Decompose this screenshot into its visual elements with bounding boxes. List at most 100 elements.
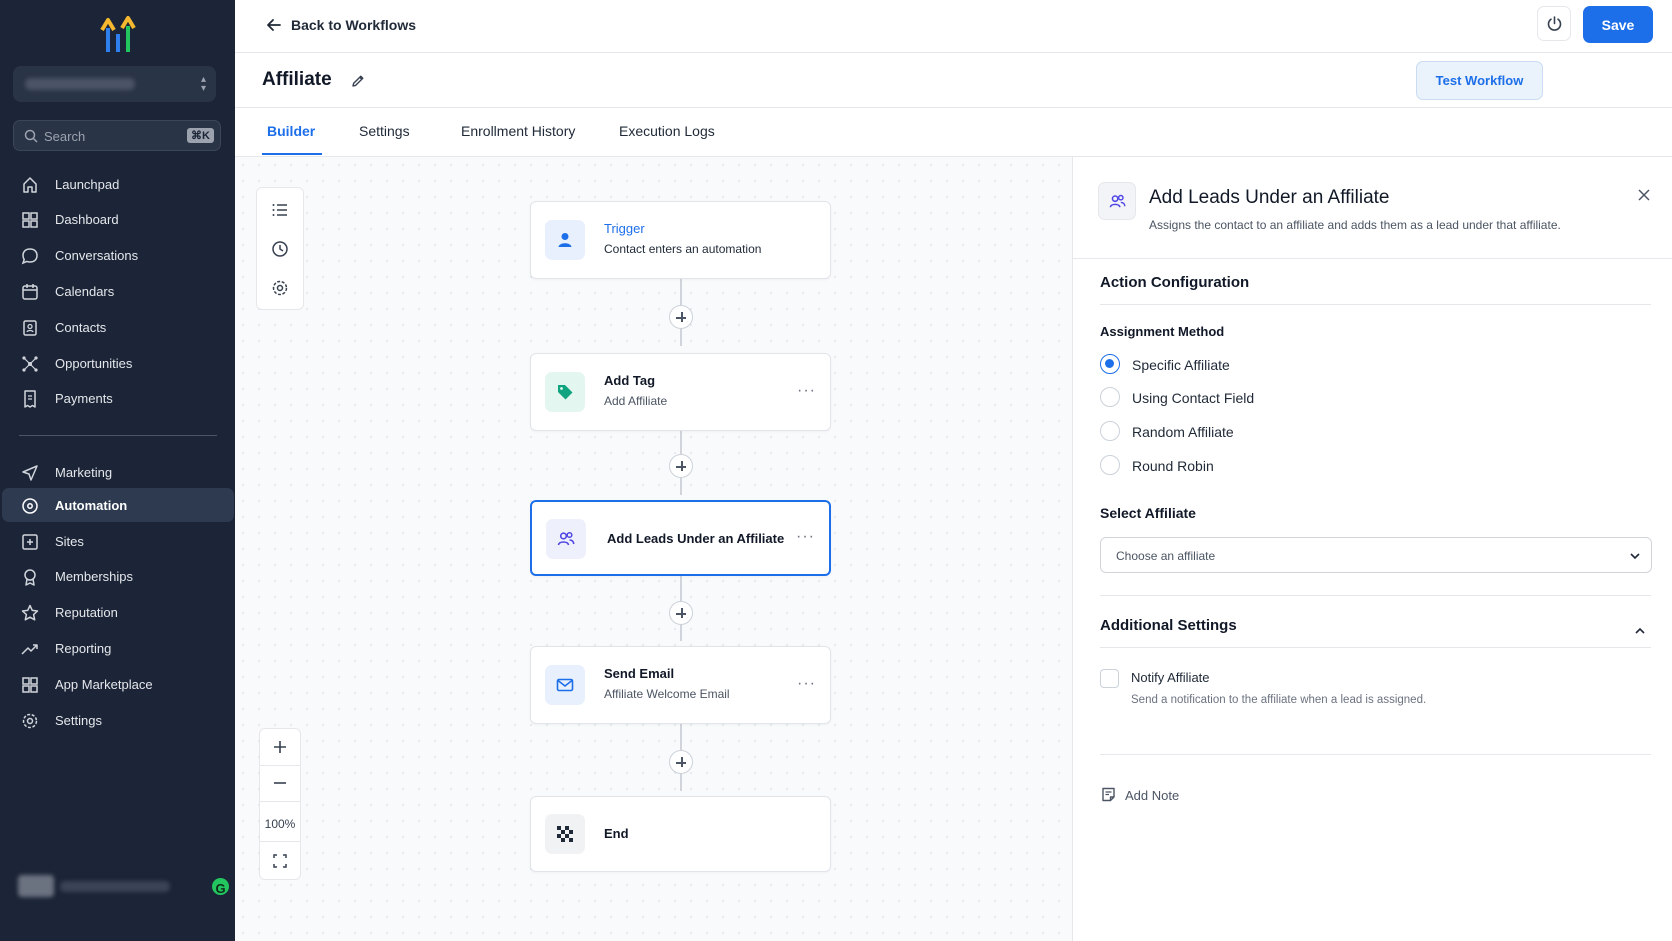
sidebar-item-contacts[interactable]: Contacts (2, 310, 234, 344)
notify-affiliate-help: Send a notification to the affiliate whe… (1131, 694, 1427, 706)
note-icon (1102, 787, 1115, 802)
end-node[interactable]: End (530, 796, 831, 872)
node-icon-tile (546, 519, 586, 559)
add-step-button[interactable] (669, 601, 693, 625)
workflow-tabs: Builder Settings Enrollment History Exec… (235, 108, 1672, 157)
gear-icon[interactable] (270, 278, 290, 298)
notify-affiliate-checkbox[interactable] (1100, 669, 1119, 688)
canvas-toolbar (256, 187, 304, 310)
workflow-title: Affiliate (262, 69, 332, 90)
account-switcher[interactable]: ▴ ▾ (13, 66, 216, 102)
plus-icon (274, 741, 286, 753)
users-icon (557, 531, 575, 546)
chat-bubble-icon (21, 248, 38, 265)
sidebar-item-label: Payments (55, 391, 113, 406)
divider (260, 801, 300, 802)
zoom-out-button[interactable] (260, 765, 300, 801)
list-icon[interactable] (270, 200, 290, 220)
sidebar-item-label: Marketing (55, 465, 113, 480)
chevron-up-icon[interactable] (1632, 623, 1648, 639)
account-name-redacted (25, 78, 135, 90)
node-subtitle: Affiliate Welcome Email (604, 687, 730, 701)
more-options-icon[interactable]: ··· (797, 675, 816, 693)
more-options-icon[interactable]: ··· (796, 528, 815, 546)
tab-enrollment-history[interactable]: Enrollment History (461, 123, 575, 139)
divider (1100, 647, 1651, 648)
add-step-button[interactable] (669, 454, 693, 478)
minus-icon (274, 782, 286, 784)
divider (1100, 304, 1651, 305)
fit-view-button[interactable] (260, 843, 300, 879)
radio-label: Round Robin (1132, 458, 1214, 474)
sidebar-item-settings[interactable]: Settings (2, 703, 234, 737)
radio-button[interactable] (1100, 387, 1120, 407)
sidebar-item-label: Dashboard (55, 212, 119, 227)
sidebar-item-reputation[interactable]: Reputation (2, 595, 234, 629)
sidebar-item-dashboard[interactable]: Dashboard (2, 202, 234, 236)
sidebar-item-sites[interactable]: Sites (2, 524, 234, 558)
workflow-canvas[interactable]: Trigger Contact enters an automation Add… (235, 157, 1073, 941)
checkered-flag-icon (557, 826, 573, 842)
add-step-button[interactable] (669, 750, 693, 774)
clock-icon[interactable] (270, 239, 290, 259)
divider (1100, 754, 1651, 755)
node-icon-tile (545, 220, 585, 260)
sidebar-item-opportunities[interactable]: Opportunities (2, 346, 234, 380)
sidebar-item-launchpad[interactable]: Launchpad (2, 167, 234, 201)
tag-icon (558, 385, 573, 400)
sidebar-item-app-marketplace[interactable]: App Marketplace (2, 667, 234, 701)
radio-button[interactable] (1100, 421, 1120, 441)
user-name-redacted (60, 881, 170, 892)
select-affiliate-label: Select Affiliate (1100, 505, 1196, 521)
tab-settings[interactable]: Settings (359, 123, 410, 139)
radio-button[interactable] (1100, 455, 1120, 475)
divider (260, 841, 300, 842)
trend-icon (21, 644, 38, 655)
notify-affiliate-label: Notify Affiliate (1131, 670, 1210, 685)
sidebar-item-payments[interactable]: Payments (2, 381, 234, 415)
user-badge[interactable]: G (210, 876, 231, 897)
add-leads-node[interactable]: Add Leads Under an Affiliate ··· (530, 500, 831, 576)
version-history-button[interactable] (1537, 6, 1571, 41)
sidebar-item-reporting[interactable]: Reporting (2, 631, 234, 665)
add-note-label: Add Note (1125, 788, 1180, 803)
divider (1100, 595, 1651, 596)
sidebar-item-marketing[interactable]: Marketing (2, 455, 234, 489)
workflow-title-bar: Affiliate Test Workflow (235, 53, 1672, 108)
sidebar-item-automation[interactable]: Automation (2, 488, 234, 522)
assignment-method-label: Assignment Method (1100, 324, 1225, 339)
tab-builder[interactable]: Builder (267, 123, 315, 139)
zoom-in-button[interactable] (260, 729, 300, 765)
radio-label: Random Affiliate (1132, 424, 1234, 440)
sidebar-item-calendars[interactable]: Calendars (2, 274, 234, 308)
sidebar-item-label: Calendars (55, 284, 115, 299)
test-workflow-button[interactable]: Test Workflow (1416, 61, 1543, 100)
sidebar-search[interactable]: Search ⌘K (13, 120, 221, 151)
radio-button[interactable] (1100, 354, 1120, 374)
save-button[interactable]: Save (1583, 6, 1653, 43)
panel-title: Add Leads Under an Affiliate (1149, 187, 1390, 208)
search-placeholder: Search (44, 129, 86, 144)
brand-logo-icon (100, 16, 136, 52)
trigger-node[interactable]: Trigger Contact enters an automation (530, 201, 831, 279)
mail-icon (556, 678, 574, 692)
tab-execution-logs[interactable]: Execution Logs (619, 123, 715, 139)
sidebar-item-memberships[interactable]: Memberships (2, 559, 234, 593)
sidebar-item-label: Opportunities (55, 356, 133, 371)
pencil-icon[interactable] (350, 73, 366, 89)
sidebar-item-label: Conversations (55, 248, 139, 263)
send-email-node[interactable]: Send Email Affiliate Welcome Email ··· (530, 646, 831, 724)
search-icon (24, 129, 38, 143)
sidebar-item-label: Sites (55, 534, 84, 549)
user-avatar-redacted[interactable] (18, 875, 54, 897)
close-icon[interactable] (1636, 187, 1652, 203)
sidebar-item-conversations[interactable]: Conversations (2, 238, 234, 272)
back-to-workflows-link[interactable]: Back to Workflows (265, 15, 416, 35)
sidebar-item-label: Memberships (55, 569, 134, 584)
gear-icon (22, 713, 38, 729)
more-options-icon[interactable]: ··· (797, 382, 816, 400)
add-tag-node[interactable]: Add Tag Add Affiliate ··· (530, 353, 831, 431)
person-icon (558, 233, 572, 247)
affiliate-select[interactable]: Choose an affiliate (1100, 537, 1652, 573)
add-step-button[interactable] (669, 305, 693, 329)
